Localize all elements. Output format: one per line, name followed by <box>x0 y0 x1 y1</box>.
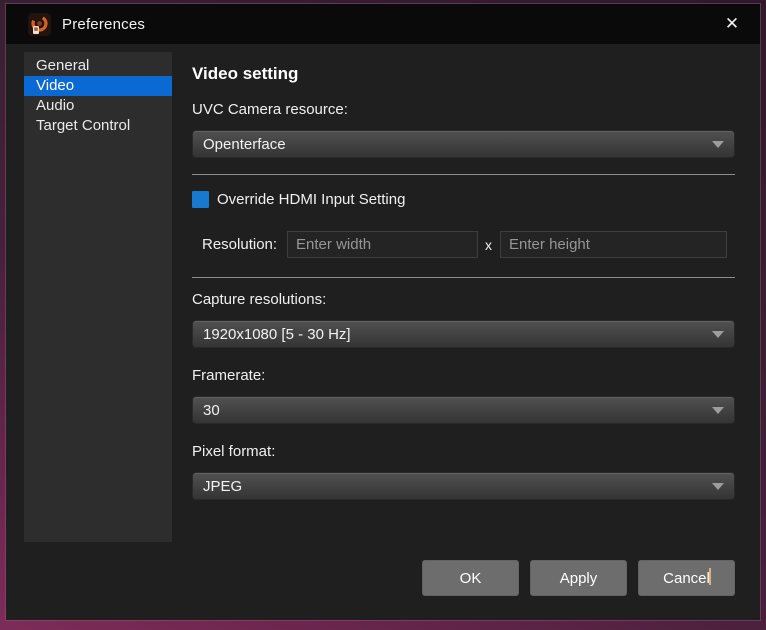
override-hdmi-label: Override HDMI Input Setting <box>217 191 405 208</box>
dialog-button-row: OK Apply Cancel <box>6 560 735 596</box>
width-input[interactable] <box>287 231 478 258</box>
override-hdmi-row: Override HDMI Input Setting <box>192 191 735 208</box>
pixel-format-value: JPEG <box>203 478 712 495</box>
close-icon[interactable]: ✕ <box>710 4 754 44</box>
sidebar: General Video Audio Target Control <box>24 52 172 542</box>
framerate-label: Framerate: <box>192 367 735 384</box>
page-title: Video setting <box>192 64 735 84</box>
resolution-label: Resolution: <box>202 236 277 253</box>
chevron-down-icon <box>712 331 724 338</box>
framerate-dropdown[interactable]: 30 <box>192 396 735 424</box>
uvc-camera-dropdown[interactable]: Openterface <box>192 130 735 158</box>
capture-resolutions-label: Capture resolutions: <box>192 291 735 308</box>
sidebar-item-video[interactable]: Video <box>24 76 172 96</box>
pixel-format-dropdown[interactable]: JPEG <box>192 472 735 500</box>
text-cursor-artifact <box>709 568 711 585</box>
uvc-camera-value: Openterface <box>203 136 712 153</box>
pixel-format-label: Pixel format: <box>192 443 735 460</box>
chevron-down-icon <box>712 407 724 414</box>
uvc-camera-label: UVC Camera resource: <box>192 101 735 118</box>
apply-button[interactable]: Apply <box>530 560 627 596</box>
height-input[interactable] <box>500 231 727 258</box>
ok-button[interactable]: OK <box>422 560 519 596</box>
separator <box>192 277 735 278</box>
app-icon <box>28 13 51 36</box>
window-title: Preferences <box>62 16 145 33</box>
sidebar-item-general[interactable]: General <box>24 56 172 76</box>
titlebar[interactable]: Preferences ✕ <box>6 4 760 44</box>
resolution-row: Resolution: x <box>192 231 735 258</box>
separator <box>192 174 735 175</box>
sidebar-item-target-control[interactable]: Target Control <box>24 116 172 136</box>
sidebar-item-audio[interactable]: Audio <box>24 96 172 116</box>
capture-resolutions-dropdown[interactable]: 1920x1080 [5 - 30 Hz] <box>192 320 735 348</box>
main-panel: Video setting UVC Camera resource: Opent… <box>192 52 735 500</box>
preferences-window: Preferences ✕ General Video Audio Target… <box>6 4 760 620</box>
cancel-button[interactable]: Cancel <box>638 560 735 596</box>
resolution-x-separator: x <box>485 237 492 253</box>
override-hdmi-checkbox[interactable] <box>192 191 209 208</box>
framerate-value: 30 <box>203 402 712 419</box>
chevron-down-icon <box>712 483 724 490</box>
chevron-down-icon <box>712 141 724 148</box>
capture-resolutions-value: 1920x1080 [5 - 30 Hz] <box>203 326 712 343</box>
